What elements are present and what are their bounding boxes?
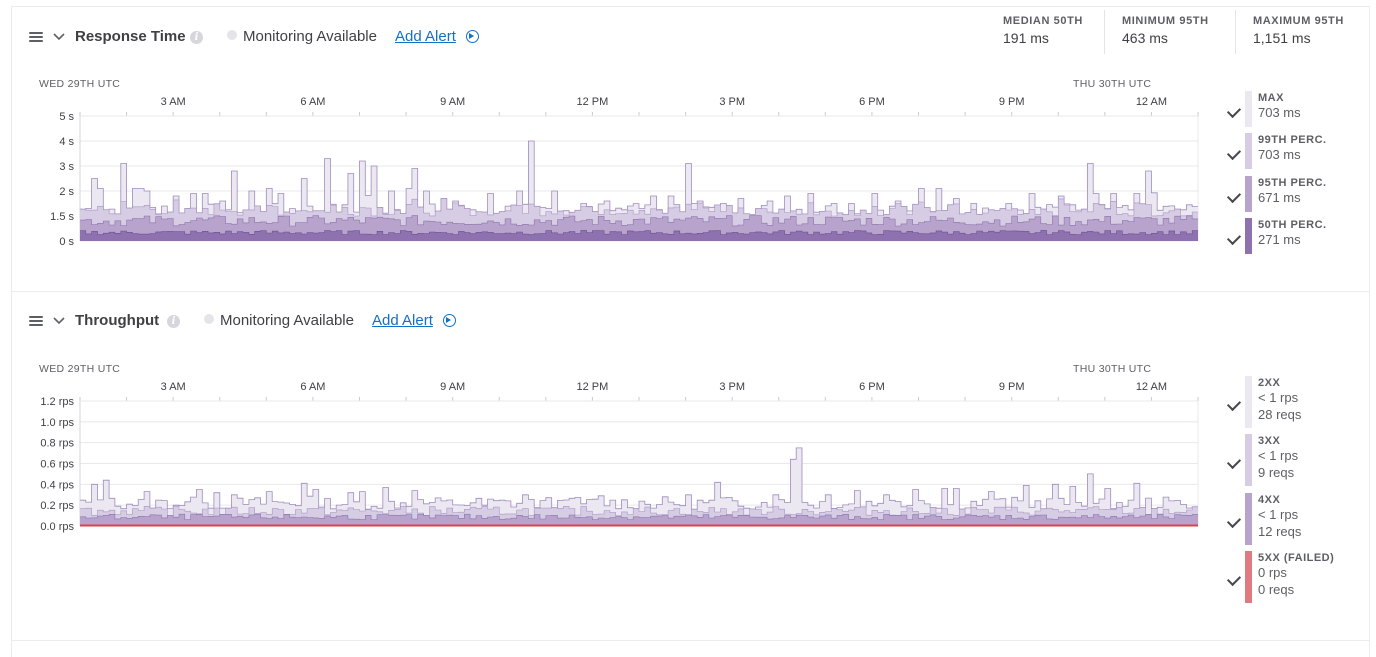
monitoring-label: Monitoring Available <box>243 28 377 45</box>
stat-separator <box>1235 10 1236 54</box>
y-tick-label: 0.4 rps <box>40 479 74 491</box>
legend-swatch <box>1245 551 1252 603</box>
x-tick-label: 9 AM <box>440 381 465 393</box>
add-alert-link[interactable]: Add Alert <box>395 28 456 45</box>
y-tick-label: 0.2 rps <box>40 500 74 512</box>
x-tick-label: 6 AM <box>300 96 325 108</box>
legend-name: 95TH PERC. <box>1258 177 1327 189</box>
legend-value: < 1 rps <box>1258 448 1299 463</box>
legend-swatch <box>1245 493 1252 545</box>
y-tick-label: 4 s <box>59 136 74 148</box>
legend-name: 4XX <box>1258 494 1281 506</box>
x-tick-label: 3 AM <box>161 381 186 393</box>
y-tick-label: 1.2 rps <box>40 396 74 408</box>
x-tick-label: 12 PM <box>577 96 609 108</box>
add-alert-link[interactable]: Add Alert <box>372 312 433 329</box>
x-tick-label: 6 AM <box>300 381 325 393</box>
arrow-circle-right-icon[interactable] <box>443 314 456 327</box>
stat-label: MAXIMUM 95TH <box>1253 15 1344 27</box>
legend-name: 50TH PERC. <box>1258 219 1327 231</box>
y-tick-label: 1.5 s <box>50 211 74 223</box>
legend-value: 9 reqs <box>1258 465 1295 480</box>
stat-value: 191 ms <box>1003 30 1049 46</box>
legend-value: 671 ms <box>1258 190 1301 205</box>
arrow-circle-right-icon[interactable] <box>466 30 479 43</box>
y-tick-label: 0.6 rps <box>40 459 74 471</box>
date-label: WED 29TH UTC <box>39 363 120 375</box>
legend-name: 2XX <box>1258 377 1281 389</box>
legend-name: MAX <box>1258 92 1284 104</box>
panel-divider-bottom <box>11 640 1369 641</box>
response-time-chart[interactable]: WED 29TH UTC THU 30TH UTC 3 AM 6 AM 9 AM 12 P… <box>0 70 1210 250</box>
legend-value: 703 ms <box>1258 105 1301 120</box>
y-tick-label: 0.8 rps <box>40 438 74 450</box>
stat-minimum-95th: MINIMUM 95TH 463 ms <box>1122 15 1209 46</box>
stat-maximum-95th: MAXIMUM 95TH 1,151 ms <box>1253 15 1344 46</box>
y-tick-label: 1.0 rps <box>40 417 74 429</box>
chevron-down-icon[interactable] <box>53 33 65 41</box>
stat-value: 1,151 ms <box>1253 30 1311 46</box>
legend-value: 12 reqs <box>1258 524 1302 539</box>
x-tick-label: 12 AM <box>1136 96 1167 108</box>
stat-label: MEDIAN 50TH <box>1003 15 1083 27</box>
chevron-down-icon[interactable] <box>53 317 65 325</box>
legend-name: 99TH PERC. <box>1258 134 1327 146</box>
legend-value: 271 ms <box>1258 232 1301 247</box>
legend-value: 703 ms <box>1258 147 1301 162</box>
date-label: THU 30TH UTC <box>1073 78 1151 90</box>
x-tick-label: 9 PM <box>999 381 1025 393</box>
x-tick-label: 9 AM <box>440 96 465 108</box>
y-tick-label: 5 s <box>59 111 74 123</box>
legend-swatch <box>1245 434 1252 486</box>
stat-separator <box>1104 10 1105 54</box>
x-tick-label: 9 PM <box>999 96 1025 108</box>
monitoring-label: Monitoring Available <box>220 312 354 329</box>
panel-title: Response Time <box>75 28 186 45</box>
legend-name: 5XX (FAILED) <box>1258 552 1335 564</box>
stat-label: MINIMUM 95TH <box>1122 15 1209 27</box>
x-tick-label: 3 AM <box>161 96 186 108</box>
legend-swatch <box>1245 91 1252 127</box>
legend-value: < 1 rps <box>1258 507 1299 522</box>
date-label: THU 30TH UTC <box>1073 363 1151 375</box>
monitoring-status-dot <box>204 314 214 324</box>
legend-swatch <box>1245 176 1252 212</box>
legend-swatch <box>1245 218 1252 254</box>
legend-swatch <box>1245 376 1252 428</box>
x-tick-label: 3 PM <box>719 96 745 108</box>
throughput-chart[interactable]: WED 29TH UTC THU 30TH UTC 3 AM 6 AM 9 AM 12 P… <box>0 355 1210 535</box>
y-tick-label: 3 s <box>59 161 74 173</box>
legend-value: < 1 rps <box>1258 390 1299 405</box>
panel-title: Throughput <box>75 312 160 329</box>
legend-name: 3XX <box>1258 435 1281 447</box>
monitoring-status-dot <box>227 30 237 40</box>
legend-swatch <box>1245 133 1252 169</box>
legend-value: 0 reqs <box>1258 582 1295 597</box>
x-tick-label: 6 PM <box>859 381 885 393</box>
y-tick-label: 0 s <box>59 236 74 248</box>
x-tick-label: 3 PM <box>719 381 745 393</box>
legend-value: 0 rps <box>1258 565 1287 580</box>
x-tick-label: 6 PM <box>859 96 885 108</box>
x-tick-label: 12 AM <box>1136 381 1167 393</box>
info-icon[interactable]: i <box>167 315 180 328</box>
y-tick-label: 2 s <box>59 186 74 198</box>
legend-value: 28 reqs <box>1258 407 1302 422</box>
date-label: WED 29TH UTC <box>39 78 120 90</box>
y-tick-label: 0.0 rps <box>40 521 74 533</box>
menu-icon[interactable] <box>29 316 43 326</box>
series-line <box>80 447 1198 510</box>
info-icon[interactable]: i <box>190 31 203 44</box>
x-tick-label: 12 PM <box>577 381 609 393</box>
stat-median-50th: MEDIAN 50TH 191 ms <box>1003 15 1083 46</box>
menu-icon[interactable] <box>29 32 43 42</box>
stat-value: 463 ms <box>1122 30 1168 46</box>
